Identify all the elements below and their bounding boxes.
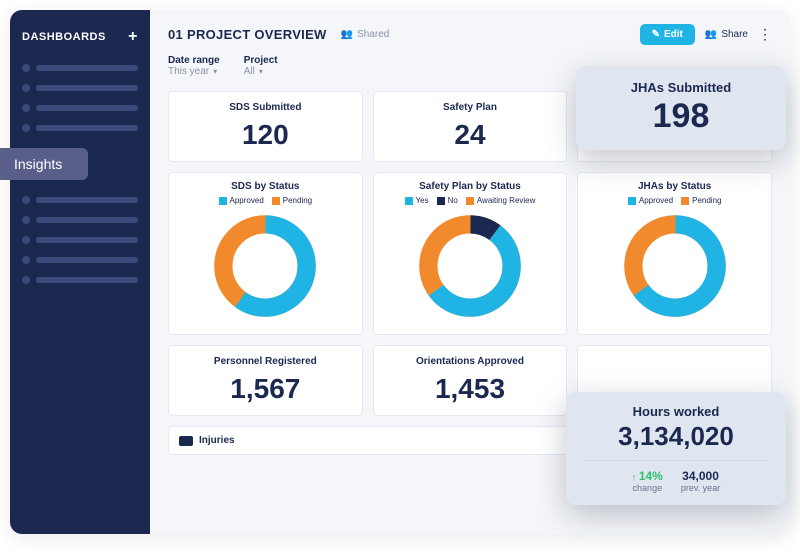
stat-card-orientations: Orientations Approved 1,453 (373, 345, 568, 416)
popup-title: Hours worked (584, 404, 768, 419)
sidebar-item[interactable] (22, 232, 138, 248)
sidebar-item[interactable] (22, 272, 138, 288)
filter-value: All (244, 66, 255, 77)
stat-value: 24 (384, 119, 557, 151)
stat-value: 1,453 (384, 373, 557, 405)
sidebar-item[interactable] (22, 212, 138, 228)
popup-value: 3,134,020 (584, 421, 768, 452)
sidebar-item[interactable] (22, 100, 138, 116)
page-title: 01 PROJECT OVERVIEW (168, 27, 327, 42)
chevron-down-icon: ▾ (259, 67, 263, 76)
stat-title: Safety Plan (384, 102, 557, 113)
chart-card-jhas: JHAs by Status Approved Pending (577, 172, 772, 335)
popup-title: JHAs Submitted (598, 80, 764, 95)
stat-card-safety: Safety Plan 24 (373, 91, 568, 162)
people-icon: 👥 (341, 29, 353, 40)
donut-chart-icon (210, 211, 320, 321)
popup-hours: Hours worked 3,134,020 ↑ 14% change 34,0… (566, 392, 786, 505)
popup-sub: ↑ 14% change 34,000 prev. year (584, 460, 768, 493)
stat-card-personnel: Personnel Registered 1,567 (168, 345, 363, 416)
add-dashboard-icon[interactable]: + (128, 28, 138, 46)
sidebar-item[interactable] (22, 192, 138, 208)
arrow-up-icon: ↑ (632, 472, 637, 482)
edit-label: Edit (664, 29, 683, 40)
chart-title: SDS by Status (177, 181, 354, 192)
stat-value: 120 (179, 119, 352, 151)
chart-title: Safety Plan by Status (382, 181, 559, 192)
prev-label: prev. year (681, 483, 720, 493)
shared-label: Shared (357, 29, 389, 40)
change-label: change (633, 483, 663, 493)
sidebar-item[interactable] (22, 80, 138, 96)
chevron-down-icon: ▾ (213, 67, 217, 76)
sidebar-header: DASHBOARDS + (22, 28, 138, 46)
filter-date-range[interactable]: Date range This year ▾ (168, 55, 220, 77)
stat-card-sds: SDS Submitted 120 (168, 91, 363, 162)
sidebar-item[interactable] (22, 120, 138, 136)
topbar: 01 PROJECT OVERVIEW 👥 Shared ✎ Edit 👥 Sh… (168, 24, 772, 45)
insights-tab[interactable]: Insights (0, 148, 88, 180)
share-label: Share (721, 29, 748, 40)
filter-label: Date range (168, 55, 220, 66)
prev-value: 34,000 (682, 469, 719, 483)
stat-title: Personnel Registered (179, 356, 352, 367)
sidebar-item[interactable] (22, 60, 138, 76)
donut-chart-icon (415, 211, 525, 321)
chart-legend: Yes No Awaiting Review (382, 196, 559, 205)
injuries-icon (179, 436, 193, 446)
sidebar-title: DASHBOARDS (22, 31, 106, 43)
edit-button[interactable]: ✎ Edit (640, 24, 695, 45)
injuries-label: Injuries (199, 435, 235, 446)
sidebar: DASHBOARDS + (10, 10, 150, 534)
stat-value: 1,567 (179, 373, 352, 405)
share-icon: 👥 (705, 29, 717, 40)
chart-card-safety: Safety Plan by Status Yes No Awaiting Re… (373, 172, 568, 335)
pencil-icon: ✎ (652, 29, 660, 40)
chart-legend: Approved Pending (586, 196, 763, 205)
popup-value: 198 (598, 97, 764, 136)
filter-label: Project (244, 55, 278, 66)
donut-chart-icon (620, 211, 730, 321)
chart-title: JHAs by Status (586, 181, 763, 192)
filter-project[interactable]: Project All ▾ (244, 55, 278, 77)
chart-card-sds: SDS by Status Approved Pending (168, 172, 363, 335)
change-pct: 14% (639, 469, 663, 483)
sidebar-item[interactable] (22, 252, 138, 268)
shared-indicator: 👥 Shared (341, 29, 390, 40)
share-button[interactable]: 👥 Share (705, 29, 748, 40)
popup-jhas: JHAs Submitted 198 (576, 66, 786, 150)
kebab-menu-icon[interactable]: ⋮ (758, 26, 772, 43)
filter-value: This year (168, 66, 209, 77)
stat-title: SDS Submitted (179, 102, 352, 113)
stat-title: Orientations Approved (384, 356, 557, 367)
chart-legend: Approved Pending (177, 196, 354, 205)
insights-label: Insights (14, 156, 62, 172)
